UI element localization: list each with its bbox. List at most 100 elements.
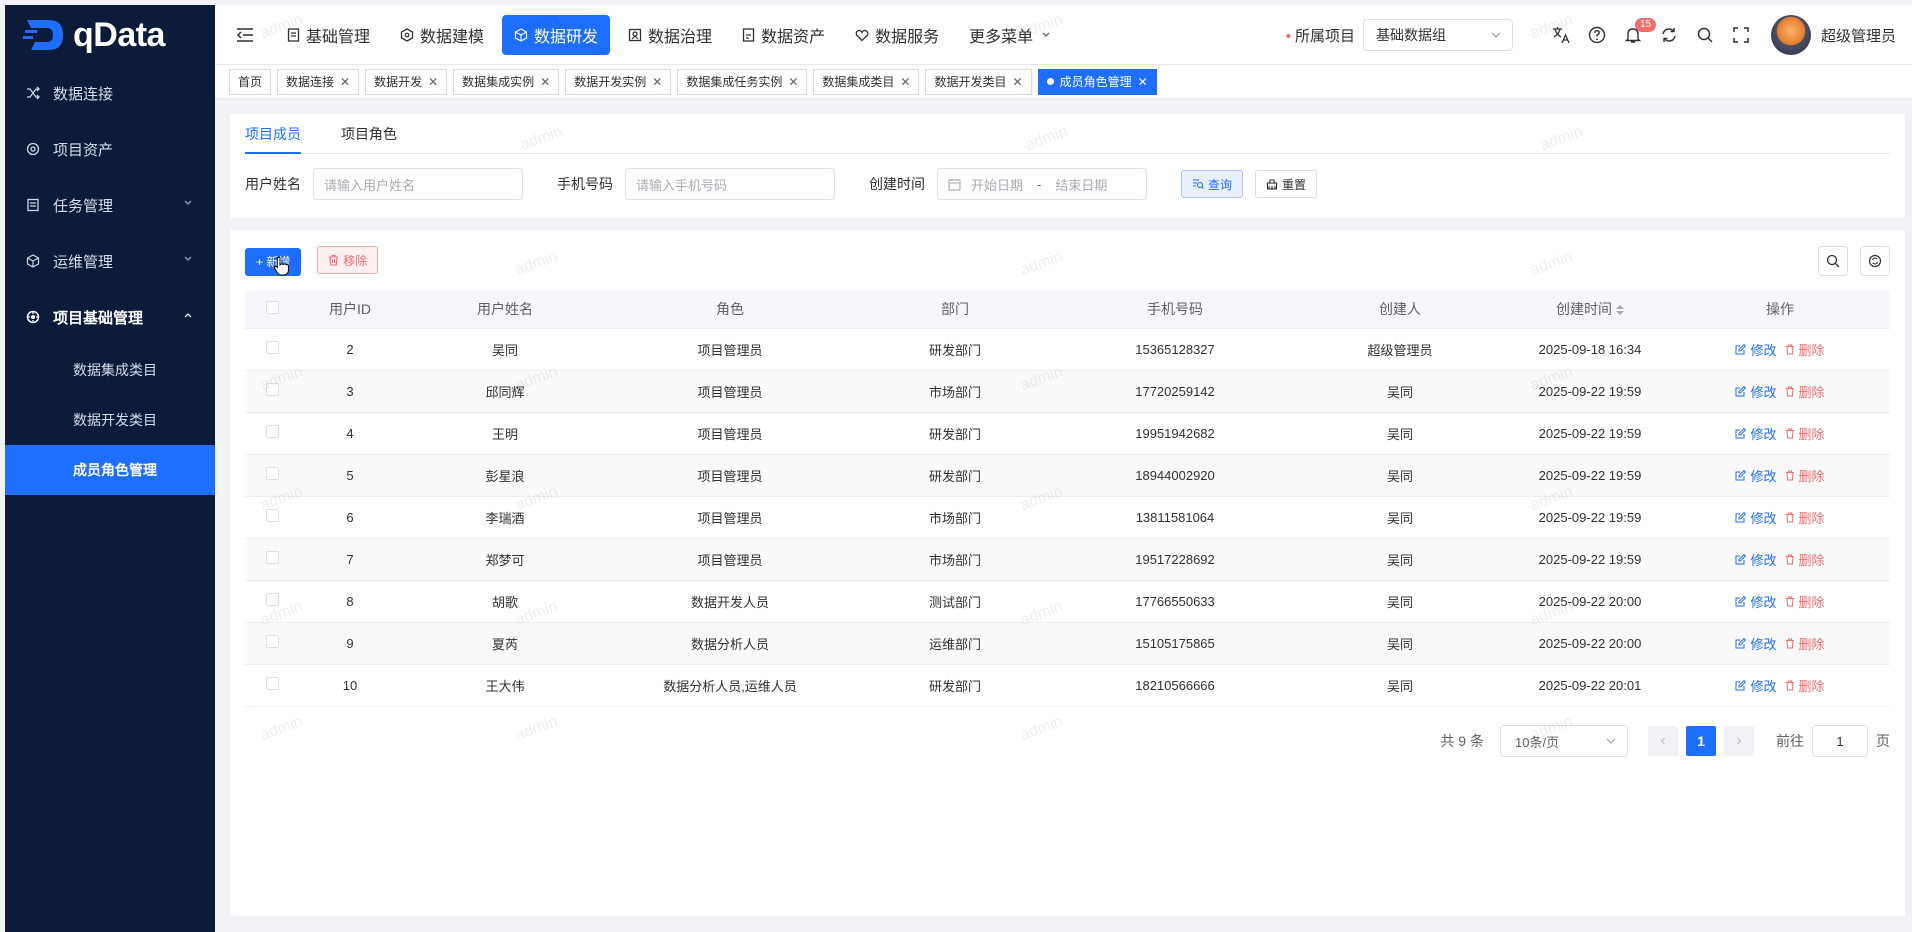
tag-integration-task-instance[interactable]: 数据集成任务实例 ✕ [677,68,808,95]
edit-button[interactable]: 修改 [1735,592,1777,611]
topnav-data-governance[interactable]: 数据治理 [616,15,724,55]
delete-button[interactable]: 删除 [1785,340,1825,359]
edit-button[interactable]: 修改 [1735,676,1777,695]
table-row[interactable]: 2 吴同 项目管理员 研发部门 15365128327 超级管理员 2025-09-18 1… [245,328,1890,371]
tab-project-roles[interactable]: 项目角色 [341,114,397,154]
reset-button[interactable]: 重置 [1255,170,1318,198]
tag-member-role[interactable]: 成员角色管理 ✕ [1037,68,1157,95]
delete-button[interactable]: 删除 [1785,676,1825,695]
username[interactable]: 超级管理员 [1821,25,1896,46]
logo[interactable]: qData [5,5,215,65]
next-page-button[interactable] [1724,726,1754,756]
topnav-data-dev[interactable]: 数据研发 [502,14,611,55]
phone-input[interactable]: 请输入手机号码 [625,168,835,200]
help-button[interactable] [1579,26,1615,44]
sidebar-subitem-member-role[interactable]: 成员角色管理 [5,445,215,495]
table-row[interactable]: 6 李瑞酒 项目管理员 市场部门 13811581064 吴同 2025-09-22 19:… [245,496,1890,539]
column-header-sortable[interactable]: 创建时间 [1510,290,1670,329]
row-checkbox[interactable] [266,509,279,522]
edit-button[interactable]: 修改 [1735,550,1777,569]
row-checkbox[interactable] [266,383,279,396]
row-checkbox[interactable] [266,425,279,438]
row-checkbox[interactable] [266,341,279,354]
query-button[interactable]: 查询 [1181,170,1244,198]
row-checkbox[interactable] [266,677,279,690]
delete-button[interactable]: 删除 [1785,550,1825,569]
sidebar-item-project-assets[interactable]: 项目资产 [5,121,215,177]
tag-integration-category[interactable]: 数据集成类目 ✕ [813,68,920,95]
close-icon[interactable]: ✕ [900,75,910,89]
sidebar-subitem-integration-category[interactable]: 数据集成类目 [5,345,215,395]
close-icon[interactable]: ✕ [788,75,798,89]
prev-page-button[interactable] [1648,726,1678,756]
fullscreen-button[interactable] [1723,26,1759,44]
edit-button[interactable]: 修改 [1735,424,1777,443]
table-row[interactable]: 9 夏芮 数据分析人员 运维部门 15105175865 吴同 2025-09-22 20:… [245,622,1890,665]
table-refresh-button[interactable] [1860,246,1890,276]
delete-button[interactable]: 删除 [1785,424,1825,443]
topnav-basic-management[interactable]: 基础管理 [275,15,382,55]
page-number-current[interactable]: 1 [1686,726,1716,756]
row-checkbox[interactable] [266,551,279,564]
edit-button[interactable]: 修改 [1735,466,1777,485]
delete-button[interactable]: 删除 [1785,382,1825,401]
topnav-data-modeling[interactable]: 数据建模 [388,15,496,55]
table-row[interactable]: 8 胡歌 数据开发人员 测试部门 17766550633 吴同 2025-09-22 20:… [245,580,1890,623]
header-right: • 所属项目 基础数据组 15 超级管理员 [1286,5,1912,65]
remove-button[interactable]: 移除 [317,246,379,274]
close-icon[interactable]: ✕ [428,75,438,89]
edit-button[interactable]: 修改 [1735,340,1777,359]
sidebar-item-data-connection[interactable]: 数据连接 [5,65,215,121]
select-all-checkbox[interactable] [266,300,279,314]
delete-button[interactable]: 删除 [1785,634,1825,653]
avatar[interactable] [1770,15,1811,55]
close-icon[interactable]: ✕ [340,75,350,89]
tag-dev-category[interactable]: 数据开发类目 ✕ [925,68,1032,95]
table-row[interactable]: 4 王明 项目管理员 研发部门 19951942682 吴同 2025-09-22 19:5… [245,412,1890,455]
sort-icon[interactable] [1616,305,1624,316]
goto-page-input[interactable]: 1 [1812,725,1868,757]
table-row[interactable]: 3 邱同辉 项目管理员 市场部门 17720259142 吴同 2025-09-22 19:… [245,370,1890,413]
row-checkbox[interactable] [266,593,279,606]
close-icon[interactable]: ✕ [1013,75,1023,89]
project-select[interactable]: 基础数据组 [1362,19,1513,51]
sidebar-item-ops-management[interactable]: 运维管理 [5,233,215,289]
page-size-select[interactable]: 10条/页 [1500,725,1628,757]
username-input[interactable]: 请输入用户姓名 [313,168,523,200]
delete-button[interactable]: 删除 [1785,592,1825,611]
date-range-picker[interactable]: 开始日期 - 结束日期 [937,168,1147,200]
tag-data-dev[interactable]: 数据开发 ✕ [365,68,448,95]
topnav-data-service[interactable]: 数据服务 [843,15,951,55]
edit-button[interactable]: 修改 [1735,382,1777,401]
tag-home[interactable]: 首页 [229,68,272,95]
close-icon[interactable]: ✕ [1138,75,1148,89]
search-button[interactable] [1687,26,1723,44]
notification-button[interactable]: 15 [1615,18,1657,44]
sidebar-subitem-dev-category[interactable]: 数据开发类目 [5,395,215,445]
translate-button[interactable] [1543,25,1579,45]
refresh-button[interactable] [1651,26,1687,44]
tab-project-members[interactable]: 项目成员 [245,114,301,154]
table-search-toggle[interactable] [1818,246,1848,276]
tag-data-connection[interactable]: 数据连接 ✕ [277,68,360,95]
edit-button[interactable]: 修改 [1735,508,1777,527]
row-checkbox[interactable] [266,635,279,648]
tag-dev-instance[interactable]: 数据开发实例 ✕ [565,68,672,95]
close-icon[interactable]: ✕ [652,75,662,89]
edit-button[interactable]: 修改 [1735,634,1777,653]
required-dot: • [1285,27,1291,45]
topnav-data-assets[interactable]: 数据资产 [730,15,837,55]
sidebar-item-project-base-management[interactable]: 项目基础管理 [5,289,215,345]
cell-user-name: 彭星浪 [400,454,610,497]
delete-button[interactable]: 删除 [1785,508,1825,527]
table-row[interactable]: 5 彭星浪 项目管理员 研发部门 18944002920 吴同 2025-09-22 19:… [245,454,1890,497]
menu-toggle-button[interactable] [215,27,275,43]
row-checkbox[interactable] [266,467,279,480]
sidebar-item-task-management[interactable]: 任务管理 [5,177,215,233]
close-icon[interactable]: ✕ [540,75,550,89]
delete-button[interactable]: 删除 [1785,466,1825,485]
tag-integration-instance[interactable]: 数据集成实例 ✕ [453,68,560,95]
topnav-more-menu[interactable]: 更多菜单 [957,15,1063,55]
table-row[interactable]: 7 郑梦可 项目管理员 市场部门 19517228692 吴同 2025-09-22 19:… [245,538,1890,581]
table-row[interactable]: 10 王大伟 数据分析人员,运维人员 研发部门 18210566666 吴同 2025-09… [245,664,1890,707]
